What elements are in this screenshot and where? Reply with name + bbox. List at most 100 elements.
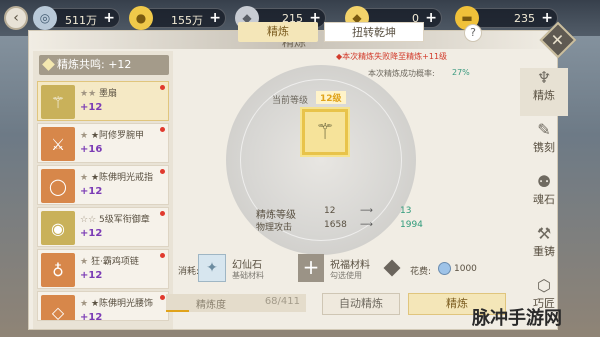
selected-item-slot[interactable]: ⚚ bbox=[300, 107, 350, 157]
resonance-banner: 精炼共鸣: +12 bbox=[39, 55, 169, 75]
diamond-icon bbox=[383, 259, 401, 277]
current-level-value: 12级 bbox=[316, 91, 346, 104]
item-stars: ★ bbox=[80, 131, 89, 141]
stat-row: 物理攻击 1658 ⟶ 1994 bbox=[232, 220, 450, 234]
menu-refine[interactable]: ♆ 精炼 bbox=[520, 68, 568, 116]
currency-compass: ◎ 511万 + bbox=[33, 6, 120, 30]
item-level: +16 bbox=[80, 144, 103, 155]
red-dot-badge bbox=[160, 253, 165, 258]
stat-key: 物理攻击 bbox=[256, 223, 293, 233]
back-arrow-icon: ‹ bbox=[13, 10, 19, 26]
fee-value: 1000 bbox=[454, 264, 477, 274]
fee-label: 花费: bbox=[410, 267, 432, 277]
arrow-right-icon: ⟶ bbox=[360, 220, 373, 230]
item-name: 狂·霸鸡项链 bbox=[90, 257, 139, 267]
inlay-icon: ⬡ bbox=[537, 276, 551, 295]
red-dot-badge bbox=[160, 295, 165, 300]
fan-icon: ⚚ bbox=[41, 85, 75, 119]
arrow-right-icon: ⟶ bbox=[360, 206, 373, 216]
progress-value: 68/411 bbox=[264, 296, 300, 307]
ring-icon: ◯ bbox=[41, 169, 75, 203]
compass-icon: ◎ bbox=[33, 6, 57, 30]
menu-soul-stone[interactable]: ⚉ 魂石 bbox=[520, 172, 568, 220]
back-button[interactable]: ‹ bbox=[4, 6, 28, 30]
menu-recast[interactable]: ⚒ 重铸 bbox=[520, 224, 568, 272]
necklace-icon: ♁ bbox=[41, 253, 75, 287]
add-currency-button[interactable]: + bbox=[103, 10, 115, 26]
carve-icon: ✎ bbox=[537, 120, 551, 139]
refine-icon: ♆ bbox=[536, 68, 552, 87]
menu-label: 镌刻 bbox=[533, 141, 555, 154]
item-name: 墨扇 bbox=[99, 89, 118, 99]
auto-refine-button[interactable]: 自动精炼 bbox=[322, 293, 400, 315]
item-level: +12 bbox=[80, 312, 103, 321]
stat-to: 1994 bbox=[400, 220, 423, 230]
close-icon: ✕ bbox=[551, 30, 565, 50]
add-blessing-button[interactable]: + bbox=[298, 254, 324, 282]
item-stars: ★ bbox=[80, 173, 89, 183]
item-stars: ★★ bbox=[80, 89, 97, 99]
menu-label: 重铸 bbox=[533, 245, 555, 258]
blessing-name: 祝福材料 bbox=[330, 260, 370, 271]
diamond-icon bbox=[42, 58, 55, 71]
equipment-item[interactable]: ⚔ ★ ★阿修罗腕甲 +16 bbox=[37, 123, 169, 163]
watermark: 脉冲手游网 bbox=[472, 308, 562, 329]
item-level: +12 bbox=[80, 186, 103, 197]
bracer-icon: ⚔ bbox=[41, 127, 75, 161]
stat-key: 精炼等级 bbox=[256, 210, 296, 221]
progress-label: 精炼度 bbox=[196, 300, 226, 311]
refine-tabs: 精炼 扭转乾坤 bbox=[238, 22, 438, 42]
recast-icon: ⚒ bbox=[536, 224, 552, 243]
currency-gold-coin: ● 155万 + bbox=[129, 6, 226, 30]
belt-icon: ◇ bbox=[41, 295, 75, 320]
tab-transfer[interactable]: 扭转乾坤 bbox=[324, 22, 424, 42]
red-dot-badge bbox=[160, 127, 165, 132]
soul-stone-icon: ⚉ bbox=[536, 172, 552, 191]
item-stars: ☆☆ bbox=[80, 215, 97, 225]
item-name: 5级军衔御章 bbox=[99, 215, 150, 225]
item-stars: ★ bbox=[80, 299, 89, 309]
equipment-item[interactable]: ⚚ ★★ 墨扇 +12 bbox=[37, 81, 169, 121]
item-name: ★阿修罗腕甲 bbox=[90, 131, 145, 141]
refine-progress: 精炼度 68/411 bbox=[166, 294, 306, 312]
consume-label: 消耗: bbox=[178, 267, 200, 277]
fail-warning: ◆本次精炼失败降至精炼+11级 bbox=[336, 52, 448, 61]
tab-refine[interactable]: 精炼 bbox=[238, 22, 318, 42]
item-stars: ★ bbox=[80, 257, 89, 267]
stat-row: 精炼等级 12 ⟶ 13 bbox=[232, 206, 450, 221]
equipment-list: ⚚ ★★ 墨扇 +12 ⚔ ★ ★阿修罗腕甲 +16 ◯ ★ ★陈佛明光戒指 +… bbox=[37, 81, 169, 323]
equipment-item[interactable]: ◇ ★ ★陈佛明光腰饰 +12 bbox=[37, 291, 169, 321]
badge-icon: ◉ bbox=[41, 211, 75, 245]
success-rate-value: 27% bbox=[452, 68, 470, 77]
add-currency-button[interactable]: + bbox=[209, 10, 221, 26]
item-level: +12 bbox=[80, 270, 103, 281]
red-dot-badge bbox=[160, 85, 165, 90]
progress-fill bbox=[166, 310, 190, 312]
current-level-label: 当前等级 bbox=[272, 96, 309, 106]
item-name: ★陈佛明光腰饰 bbox=[90, 299, 154, 309]
stat-from: 12 bbox=[324, 206, 336, 216]
stats-table: 精炼等级 12 ⟶ 13 物理攻击 1658 ⟶ 1994 bbox=[232, 206, 450, 234]
item-level: +12 bbox=[80, 228, 103, 239]
menu-label: 精炼 bbox=[533, 89, 555, 102]
material-slot[interactable]: ✦ bbox=[198, 254, 226, 282]
stat-from: 1658 bbox=[324, 220, 347, 230]
equipment-item[interactable]: ♁ ★ 狂·霸鸡项链 +12 bbox=[37, 249, 169, 289]
blessing-sub: 勾选使用 bbox=[330, 271, 362, 280]
material-name: 幻仙石 bbox=[232, 260, 262, 271]
menu-carve[interactable]: ✎ 镌刻 bbox=[520, 120, 568, 168]
currency-value: 155万 bbox=[171, 14, 203, 27]
currency-value: 511万 bbox=[65, 14, 97, 27]
equipment-item[interactable]: ◉ ☆☆ 5级军衔御章 +12 bbox=[37, 207, 169, 247]
help-button[interactable]: ? bbox=[464, 24, 482, 42]
add-currency-button[interactable]: + bbox=[541, 10, 553, 26]
equipment-list-panel: 精炼共鸣: +12 ⚚ ★★ 墨扇 +12 ⚔ ★ ★阿修罗腕甲 +16 ◯ ★… bbox=[33, 51, 173, 329]
material-sub: 基础材料 bbox=[232, 271, 264, 280]
item-name: ★陈佛明光戒指 bbox=[90, 173, 154, 183]
stat-to: 13 bbox=[400, 206, 412, 216]
currency-value: 235 bbox=[514, 12, 535, 25]
equipment-item[interactable]: ◯ ★ ★陈佛明光戒指 +12 bbox=[37, 165, 169, 205]
success-rate-label: 本次精炼成功概率: bbox=[368, 69, 435, 78]
menu-label: 魂石 bbox=[533, 193, 555, 206]
plus-icon: + bbox=[302, 255, 320, 279]
